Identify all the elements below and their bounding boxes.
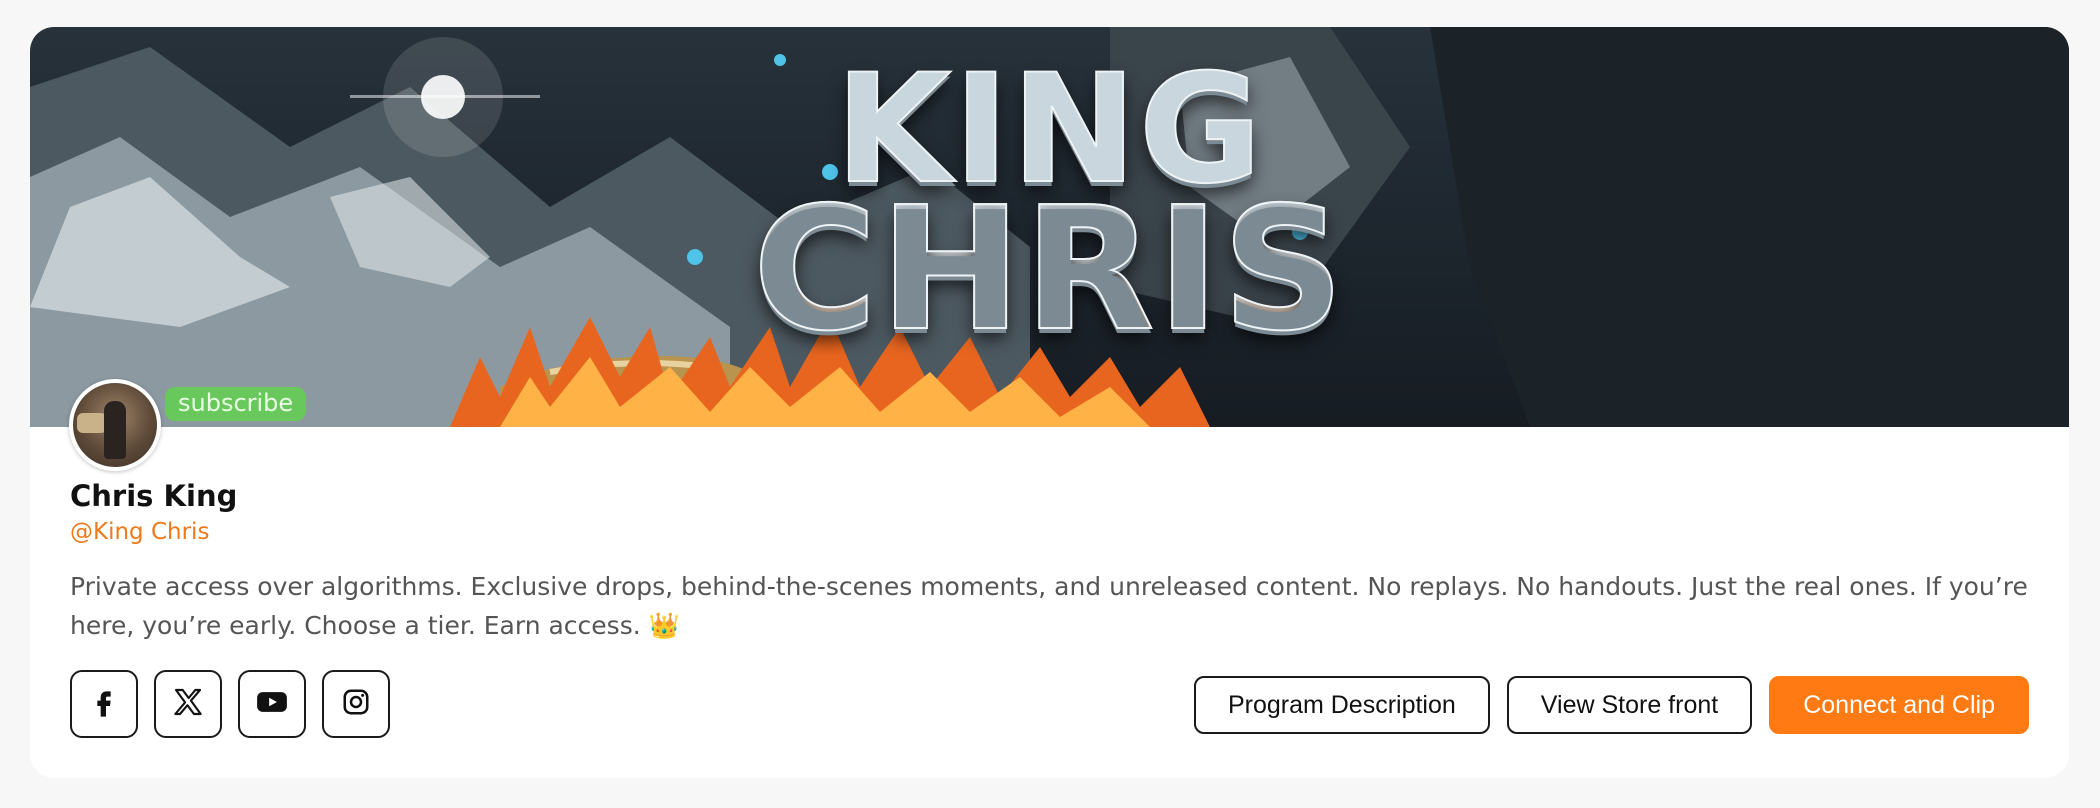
profile-bio: Private access over algorithms. Exclusiv… bbox=[70, 572, 2028, 640]
facebook-button[interactable] bbox=[70, 670, 138, 738]
x-button[interactable] bbox=[154, 670, 222, 738]
youtube-button[interactable] bbox=[238, 670, 306, 738]
program-description-button[interactable]: Program Description bbox=[1193, 676, 1490, 734]
profile-actions: Program Description View Store front Con… bbox=[1193, 676, 2029, 734]
profile-name: Chris King bbox=[70, 479, 238, 513]
youtube-icon bbox=[255, 685, 289, 723]
profile-banner: KING CHRIS subscribe bbox=[30, 27, 2069, 427]
subscribe-badge: subscribe bbox=[165, 387, 307, 421]
profile-card: KING CHRIS subscribe Chris King @King Ch… bbox=[30, 27, 2069, 778]
instagram-icon bbox=[341, 687, 371, 721]
social-links bbox=[70, 670, 390, 738]
instagram-button[interactable] bbox=[322, 670, 390, 738]
x-icon bbox=[172, 686, 204, 722]
view-store-front-button[interactable]: View Store front bbox=[1506, 676, 1753, 734]
facebook-icon bbox=[88, 686, 120, 722]
connect-and-clip-button[interactable]: Connect and Clip bbox=[1769, 676, 2029, 734]
avatar bbox=[69, 379, 161, 471]
banner-title-line2: CHRIS bbox=[30, 184, 2069, 356]
profile-handle[interactable]: @King Chris bbox=[70, 519, 209, 545]
